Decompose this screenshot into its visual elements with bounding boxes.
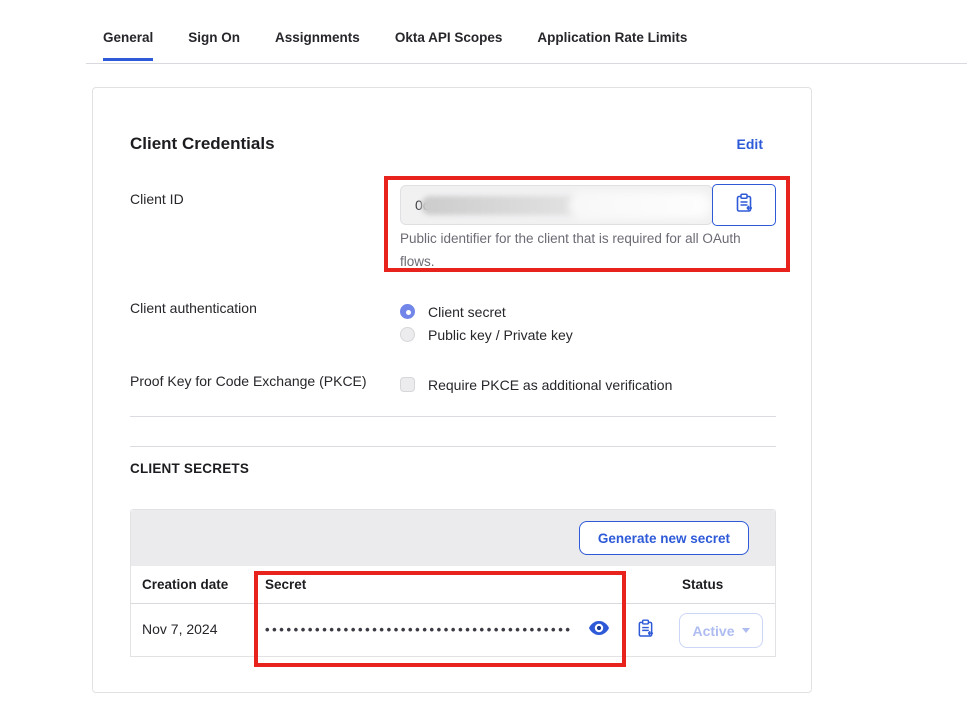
radio-client-secret[interactable]: Client secret: [400, 300, 506, 323]
section-divider: [130, 416, 776, 417]
column-header-status: Status: [682, 577, 723, 592]
radio-unselected-icon: [400, 327, 415, 342]
clipboard-copy-icon: [637, 625, 654, 641]
section-title: Client Credentials: [130, 134, 275, 154]
radio-public-private-key-label: Public key / Private key: [428, 327, 573, 343]
checkbox-unchecked-icon: [400, 377, 415, 392]
edit-link[interactable]: Edit: [737, 136, 763, 152]
eye-icon: [588, 624, 610, 639]
column-header-secret: Secret: [265, 577, 306, 592]
creation-date-cell: Nov 7, 2024: [142, 621, 218, 637]
tab-assignments[interactable]: Assignments: [275, 30, 360, 61]
client-id-helper-text: Public identifier for the client that is…: [400, 227, 754, 273]
reveal-secret-button[interactable]: [587, 619, 611, 639]
pkce-option-label: Require PKCE as additional verification: [428, 377, 672, 393]
client-secrets-heading: CLIENT SECRETS: [130, 461, 249, 476]
tab-general[interactable]: General: [103, 30, 153, 61]
chevron-down-icon: [742, 628, 750, 633]
client-id-label: Client ID: [130, 191, 184, 207]
section-divider: [130, 446, 776, 447]
generate-new-secret-button[interactable]: Generate new secret: [579, 521, 749, 555]
masked-secret-cell: ••••••••••••••••••••••••••••••••••••••••…: [265, 622, 585, 637]
tab-bar: General Sign On Assignments Okta API Sco…: [103, 30, 687, 61]
tab-okta-api-scopes[interactable]: Okta API Scopes: [395, 30, 503, 61]
status-label: Active: [692, 623, 734, 639]
client-authentication-label: Client authentication: [130, 300, 257, 316]
tab-sign-on[interactable]: Sign On: [188, 30, 240, 61]
pkce-checkbox-row[interactable]: Require PKCE as additional verification: [400, 373, 672, 396]
clipboard-copy-icon: [735, 193, 753, 218]
client-id-field[interactable]: 0o: [400, 185, 713, 225]
table-header-row: Creation date Secret Status: [131, 566, 775, 604]
column-header-creation-date: Creation date: [142, 577, 228, 592]
redacted-value-blur-overlay: [569, 192, 711, 219]
tab-application-rate-limits[interactable]: Application Rate Limits: [537, 30, 687, 61]
client-secrets-table: Generate new secret Creation date Secret…: [130, 509, 776, 657]
radio-public-private-key[interactable]: Public key / Private key: [400, 323, 573, 346]
pkce-label: Proof Key for Code Exchange (PKCE): [130, 373, 367, 389]
radio-selected-icon: [400, 304, 415, 319]
client-credentials-card: Client Credentials Edit Client ID 0o Pub…: [92, 87, 812, 693]
copy-secret-button[interactable]: [637, 619, 657, 639]
table-row: Nov 7, 2024 ••••••••••••••••••••••••••••…: [131, 604, 775, 656]
status-dropdown-button[interactable]: Active: [679, 613, 763, 648]
radio-client-secret-label: Client secret: [428, 304, 506, 320]
table-toolbar: Generate new secret: [131, 510, 775, 566]
tabbar-divider: [86, 63, 967, 64]
copy-client-id-button[interactable]: [712, 184, 776, 226]
